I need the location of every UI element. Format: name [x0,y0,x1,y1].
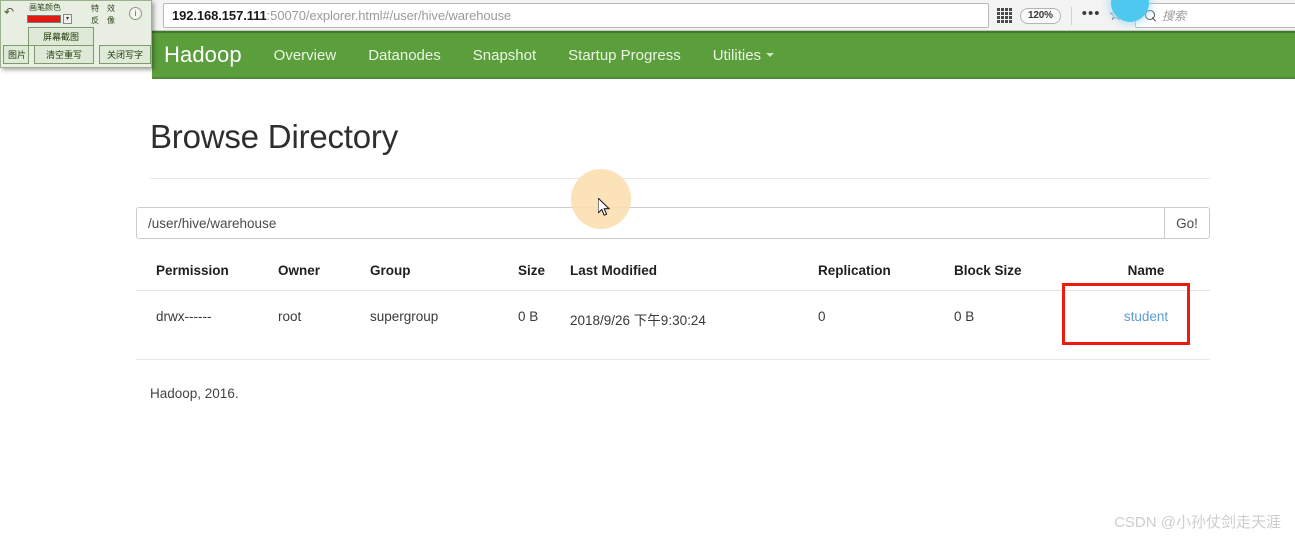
page-title: Browse Directory [150,118,399,155]
column-header-owner: Owner [278,257,370,291]
anno-image-button[interactable]: 图片 [3,45,29,64]
reader-view-icon[interactable] [997,8,1012,23]
anno-pen-color-label: 画笔颜色 [29,3,61,12]
page-footer: Hadoop, 2016. [150,386,239,401]
nav-link-utilities[interactable]: Utilities [697,47,790,64]
anno-screenshot-button-wrap: 屏幕截图 [28,27,94,46]
chevron-down-icon [766,52,775,57]
cell-last-modified: 2018/9/26 下午9:30:24 [570,290,818,360]
undo-icon: ↶ [4,5,15,19]
navbar-items: Hadoop Overview Datanodes Snapshot Start… [158,33,790,77]
go-button[interactable]: Go! [1164,207,1210,239]
column-header-last-modified: Last Modified [570,257,818,291]
anno-pen-color-group: 画笔颜色 ▾ [23,3,72,24]
pen-color-swatch[interactable] [27,15,61,23]
watermark-text: CSDN @小孙仗剑走天涯 [1114,514,1281,531]
browser-toolbar-actions: 120% ••• ☆ [997,3,1123,28]
info-icon: i [129,7,142,20]
nav-link-datanodes[interactable]: Datanodes [352,47,457,64]
nav-link-overview[interactable]: Overview [258,47,353,64]
mouse-cursor-icon [598,198,611,216]
anno-info-button[interactable]: i [129,7,142,20]
anno-pen-color-picker[interactable]: ▾ [23,14,72,24]
search-input-placeholder: 搜索 [1162,9,1187,23]
column-header-name: Name [1082,257,1210,291]
anno-effects-label: 特 效 [91,4,115,13]
title-divider [150,178,1210,179]
column-header-size: Size [518,257,570,291]
browser-search-box[interactable]: 搜索 [1135,3,1295,28]
address-bar-path: :50070/explorer.html#/user/hive/warehous… [266,8,512,23]
table-header-row: Permission Owner Group Size Last Modifie… [136,257,1210,291]
directory-link-student[interactable]: student [1124,309,1168,324]
column-header-block-size: Block Size [954,257,1082,291]
anno-bottom-row: 图片 清空重写 关闭写字 [3,45,151,64]
directory-listing-table: Permission Owner Group Size Last Modifie… [136,257,1210,360]
chevron-down-icon[interactable]: ▾ [63,14,72,24]
cell-replication: 0 [818,290,954,360]
anno-undo-button[interactable]: ↶ [4,5,14,19]
anno-close-button[interactable]: 关闭写字 [99,45,151,64]
path-input-group: Go! [136,207,1210,239]
zoom-level-badge[interactable]: 120% [1020,7,1061,24]
screenshot-root: 192.168.157.111:50070/explorer.html#/use… [0,0,1295,540]
nav-link-utilities-label: Utilities [712,46,762,64]
address-bar-host: 192.168.157.111 [172,8,267,23]
cell-permission: drwx------ [136,290,278,360]
cell-block-size: 0 B [954,290,1082,360]
hadoop-navbar: Hadoop Overview Datanodes Snapshot Start… [152,31,1295,79]
nav-link-snapshot[interactable]: Snapshot [457,47,552,64]
cell-name: student [1082,290,1210,360]
path-input[interactable] [136,207,1164,239]
address-bar[interactable]: 192.168.157.111:50070/explorer.html#/use… [163,3,989,28]
anno-invert-button[interactable]: 反 像 [89,15,117,27]
table-row: drwx------ root supergroup 0 B 2018/9/26… [136,290,1210,360]
column-header-replication: Replication [818,257,954,291]
ellipsis-menu-icon[interactable]: ••• [1082,6,1101,23]
address-bar-text: 192.168.157.111:50070/explorer.html#/use… [164,8,511,23]
anno-effects-group: 特 效 反 像 [89,3,117,27]
nav-link-startup-progress[interactable]: Startup Progress [552,47,697,64]
column-header-group: Group [370,257,518,291]
column-header-permission: Permission [136,257,278,291]
anno-screenshot-button[interactable]: 屏幕截图 [28,27,94,46]
cell-owner: root [278,290,370,360]
screen-annotation-toolbar: ↶ 画笔颜色 ▾ 特 效 反 像 i 屏幕截图 图片 清空重写 关闭写字 [0,0,152,68]
cell-group: supergroup [370,290,518,360]
page-content: Browse Directory Go! Permission Owner Gr… [136,100,1210,401]
anno-clear-button[interactable]: 清空重写 [34,45,94,64]
navbar-brand[interactable]: Hadoop [158,42,258,68]
cell-size: 0 B [518,290,570,360]
toolbar-divider [1070,6,1072,25]
